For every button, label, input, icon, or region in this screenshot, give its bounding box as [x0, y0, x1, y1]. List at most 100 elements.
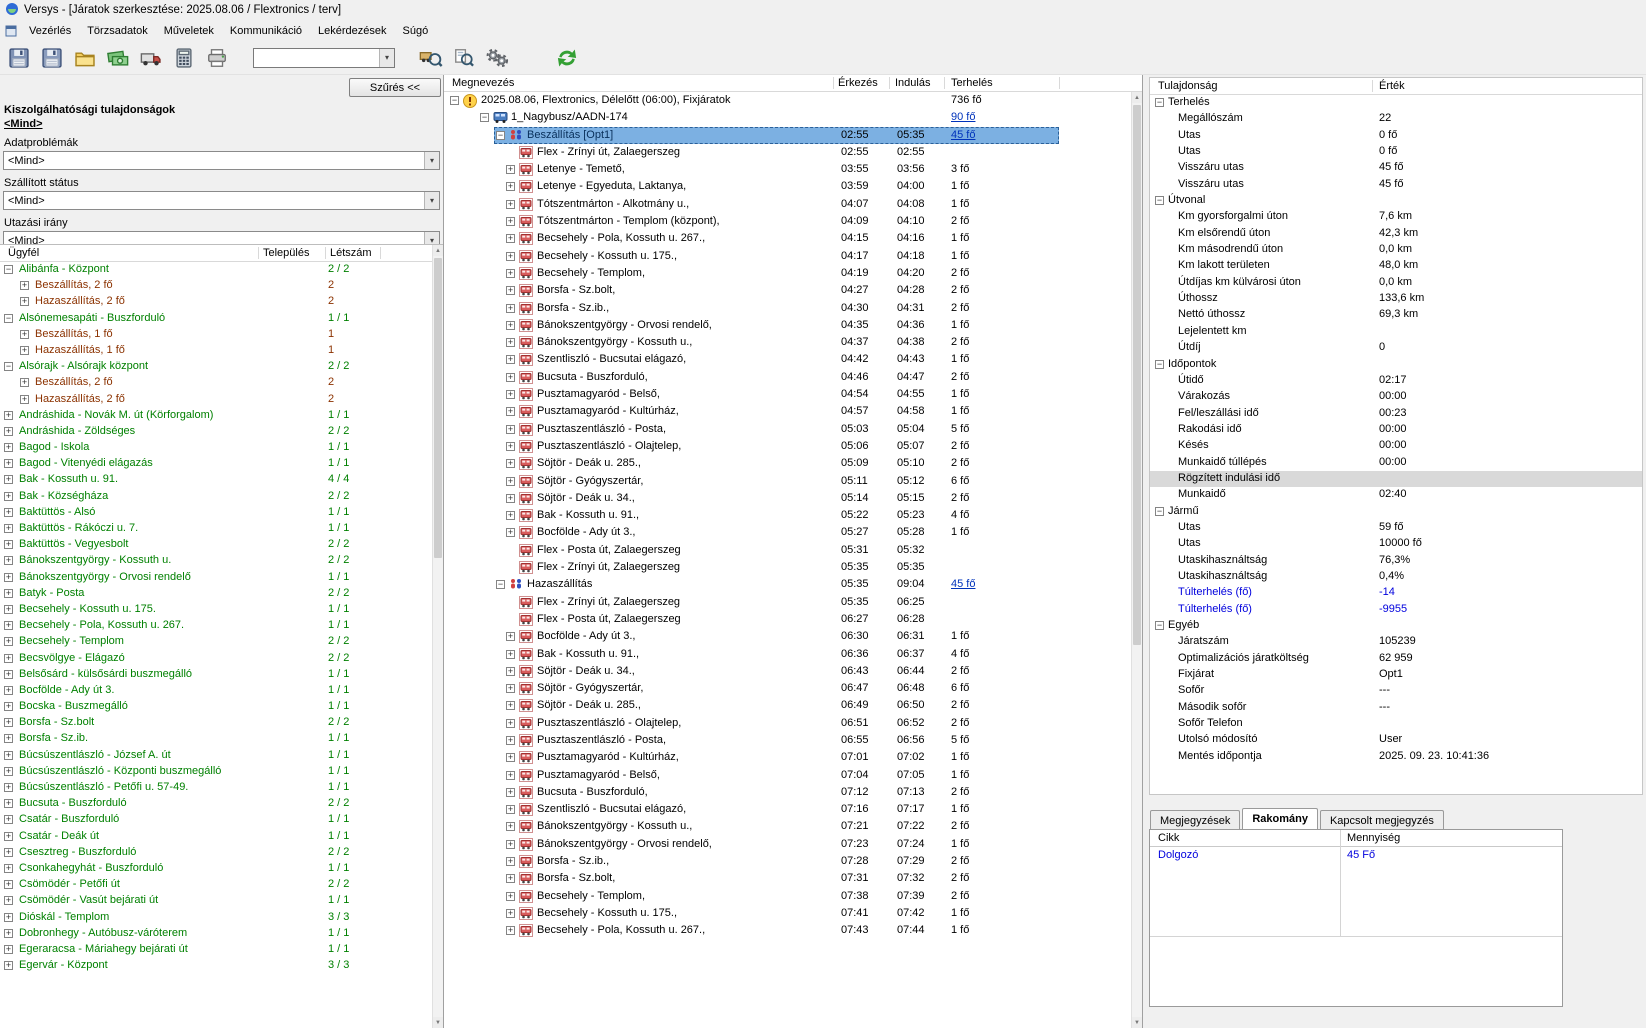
prop-row[interactable]: Rögzített indulási idő	[1150, 471, 1642, 487]
scroll-down-icon[interactable]: ▼	[433, 1017, 443, 1028]
route-stop-row[interactable]: +Bánokszentgyörgy - Orvosi rendelő,04:35…	[444, 317, 1131, 334]
route-stop-row[interactable]: +Bucsuta - Buszforduló,04:4604:472 fő	[444, 369, 1131, 386]
client-row[interactable]: +Bagod - Vitenyédi elágazás1 / 1	[0, 456, 432, 472]
client-row[interactable]: −Alsónemesapáti - Buszforduló1 / 1	[0, 311, 432, 327]
route-stop-row[interactable]: +Söjtör - Deák u. 285.,06:4906:502 fő	[444, 697, 1131, 714]
route-stop-row[interactable]: Flex - Zrínyi út, Zalaegerszeg05:3506:25	[444, 594, 1131, 611]
route-stop-row[interactable]: +Tótszentmárton - Templom (központ),04:0…	[444, 213, 1131, 230]
expander-icon[interactable]: +	[20, 297, 29, 306]
route-stop-row[interactable]: Flex - Posta út, Zalaegerszeg06:2706:28	[444, 611, 1131, 628]
route-search-icon[interactable]	[418, 45, 444, 71]
expander-icon[interactable]: +	[506, 425, 515, 434]
expander-icon[interactable]: +	[506, 304, 515, 313]
expander-icon[interactable]: +	[4, 896, 13, 905]
column-header-letszam[interactable]: Létszám	[330, 247, 372, 259]
prop-row[interactable]: Km másodrendű úton0,0 km	[1150, 242, 1642, 258]
prop-row[interactable]: Utas0 fő	[1150, 128, 1642, 144]
route-stop-row[interactable]: +Tótszentmárton - Alkotmány u.,04:0704:0…	[444, 196, 1131, 213]
client-row[interactable]: +Hazaszállítás, 2 fő2	[0, 294, 432, 310]
expander-icon[interactable]: +	[4, 945, 13, 954]
route-stop-row[interactable]: +Becsehely - Pola, Kossuth u. 267.,07:43…	[444, 922, 1131, 939]
route-stop-row[interactable]: +Becsehely - Templom,04:1904:202 fő	[444, 265, 1131, 282]
expander-icon[interactable]: −	[1155, 196, 1164, 205]
column-header-ugyfel[interactable]: Ügyfél	[8, 247, 39, 259]
transfer-icon[interactable]	[554, 45, 580, 71]
mind-all-link[interactable]: <Mind>	[4, 118, 43, 130]
save-all-icon[interactable]	[39, 45, 65, 71]
route-stop-row[interactable]: +Pusztamagyaród - Kultúrház,07:0107:021 …	[444, 749, 1131, 766]
prop-row[interactable]: Várakozás00:00	[1150, 389, 1642, 405]
expander-icon[interactable]: +	[506, 373, 515, 382]
route-stop-row[interactable]: +Söjtör - Deák u. 34.,05:1405:152 fő	[444, 490, 1131, 507]
column-header-cikk[interactable]: Cikk	[1158, 832, 1179, 844]
prop-row[interactable]: FixjáratOpt1	[1150, 667, 1642, 683]
expander-icon[interactable]: +	[506, 892, 515, 901]
expander-icon[interactable]: +	[20, 346, 29, 355]
expander-icon[interactable]: +	[20, 330, 29, 339]
client-row[interactable]: +Becsvölgye - Elágazó2 / 2	[0, 651, 432, 667]
expander-icon[interactable]: +	[506, 355, 515, 364]
prop-row[interactable]: Km elsőrendű úton42,3 km	[1150, 226, 1642, 242]
route-stop-row[interactable]: +Pusztaszentlászló - Posta,06:5506:565 f…	[444, 732, 1131, 749]
expander-icon[interactable]: +	[506, 719, 515, 728]
menu-item-kommunikacio[interactable]: Kommunikáció	[222, 22, 310, 40]
prop-row[interactable]: Túlterhelés (fő)-14	[1150, 585, 1642, 601]
expander-icon[interactable]: +	[4, 459, 13, 468]
expander-icon[interactable]: −	[450, 96, 459, 105]
expander-icon[interactable]: +	[4, 443, 13, 452]
client-row[interactable]: +Beszállítás, 2 fő2	[0, 278, 432, 294]
route-stop-row[interactable]: +Bánokszentgyörgy - Kossuth u.,07:2107:2…	[444, 818, 1131, 835]
route-stop-row[interactable]: Flex - Zrínyi út, Zalaegerszeg02:5502:55	[444, 144, 1131, 161]
expander-icon[interactable]: +	[506, 805, 515, 814]
route-stop-row[interactable]: +Becsehely - Templom,07:3807:392 fő	[444, 888, 1131, 905]
scroll-up-icon[interactable]: ▲	[1132, 92, 1142, 103]
expander-icon[interactable]: −	[1155, 621, 1164, 630]
expander-icon[interactable]: +	[506, 390, 515, 399]
expander-icon[interactable]: +	[506, 528, 515, 537]
expander-icon[interactable]: +	[4, 848, 13, 857]
client-row[interactable]: +Egervár - Központ3 / 3	[0, 958, 432, 974]
expander-icon[interactable]: +	[4, 637, 13, 646]
expander-icon[interactable]: +	[4, 799, 13, 808]
expander-icon[interactable]: +	[4, 654, 13, 663]
client-row[interactable]: +Búcsúszentlászló - Központi buszmegálló…	[0, 764, 432, 780]
prop-row[interactable]: Fel/leszállási idő00:23	[1150, 406, 1642, 422]
tab-rakomany[interactable]: Rakomány	[1242, 808, 1318, 829]
expander-icon[interactable]: −	[4, 314, 13, 323]
client-row[interactable]: +Bak - Községháza2 / 2	[0, 489, 432, 505]
expander-icon[interactable]: +	[506, 874, 515, 883]
prop-row[interactable]: Második sofőr---	[1150, 700, 1642, 716]
route-section-row[interactable]: −Beszállítás [Opt1]02:5505:3545 fő	[444, 127, 1131, 144]
expander-icon[interactable]: +	[506, 926, 515, 935]
expander-icon[interactable]: +	[4, 605, 13, 614]
expander-icon[interactable]: +	[506, 442, 515, 451]
prop-row[interactable]: Munkaidő túllépés00:00	[1150, 455, 1642, 471]
client-row[interactable]: +Csatár - Buszforduló1 / 1	[0, 812, 432, 828]
expander-icon[interactable]: +	[506, 407, 515, 416]
client-row[interactable]: −Alibánfa - Központ2 / 2	[0, 262, 432, 278]
route-stop-row[interactable]: +Becsehely - Pola, Kossuth u. 267.,04:15…	[444, 230, 1131, 247]
client-row[interactable]: +Beszállítás, 2 fő2	[0, 375, 432, 391]
route-stop-row[interactable]: +Borsfa - Sz.ib.,04:3004:312 fő	[444, 300, 1131, 317]
expander-icon[interactable]: +	[4, 556, 13, 565]
expander-icon[interactable]: −	[1155, 98, 1164, 107]
client-row[interactable]: +Csesztreg - Buszforduló2 / 2	[0, 845, 432, 861]
scroll-thumb[interactable]	[1133, 105, 1141, 645]
expander-icon[interactable]: +	[4, 961, 13, 970]
expander-icon[interactable]: +	[506, 182, 515, 191]
prop-row[interactable]: Járatszám105239	[1150, 634, 1642, 650]
route-stop-row[interactable]: +Becsehely - Kossuth u. 175.,07:4107:421…	[444, 905, 1131, 922]
prop-group-row[interactable]: −Terhelés	[1150, 95, 1642, 111]
route-stop-row[interactable]: +Pusztamagyaród - Belső,07:0407:051 fő	[444, 767, 1131, 784]
route-stop-row[interactable]: +Bocfölde - Ady út 3.,05:2705:281 fő	[444, 524, 1131, 541]
column-header-erkezes[interactable]: Érkezés	[838, 77, 878, 89]
tab-kapcsolt-megjegyzes[interactable]: Kapcsolt megjegyzés	[1320, 810, 1444, 829]
route-stop-row[interactable]: +Bak - Kossuth u. 91.,06:3606:374 fő	[444, 646, 1131, 663]
prop-row[interactable]: Sofőr Telefon	[1150, 716, 1642, 732]
expander-icon[interactable]: +	[4, 751, 13, 760]
client-row[interactable]: +Baktüttös - Rákóczi u. 7.1 / 1	[0, 521, 432, 537]
client-row[interactable]: +Becsehely - Pola, Kossuth u. 267.1 / 1	[0, 618, 432, 634]
prop-row[interactable]: Utaskihasználtság76,3%	[1150, 553, 1642, 569]
client-row[interactable]: +Búcsúszentlászló - József A. út1 / 1	[0, 748, 432, 764]
prop-row[interactable]: Útdíj0	[1150, 340, 1642, 356]
